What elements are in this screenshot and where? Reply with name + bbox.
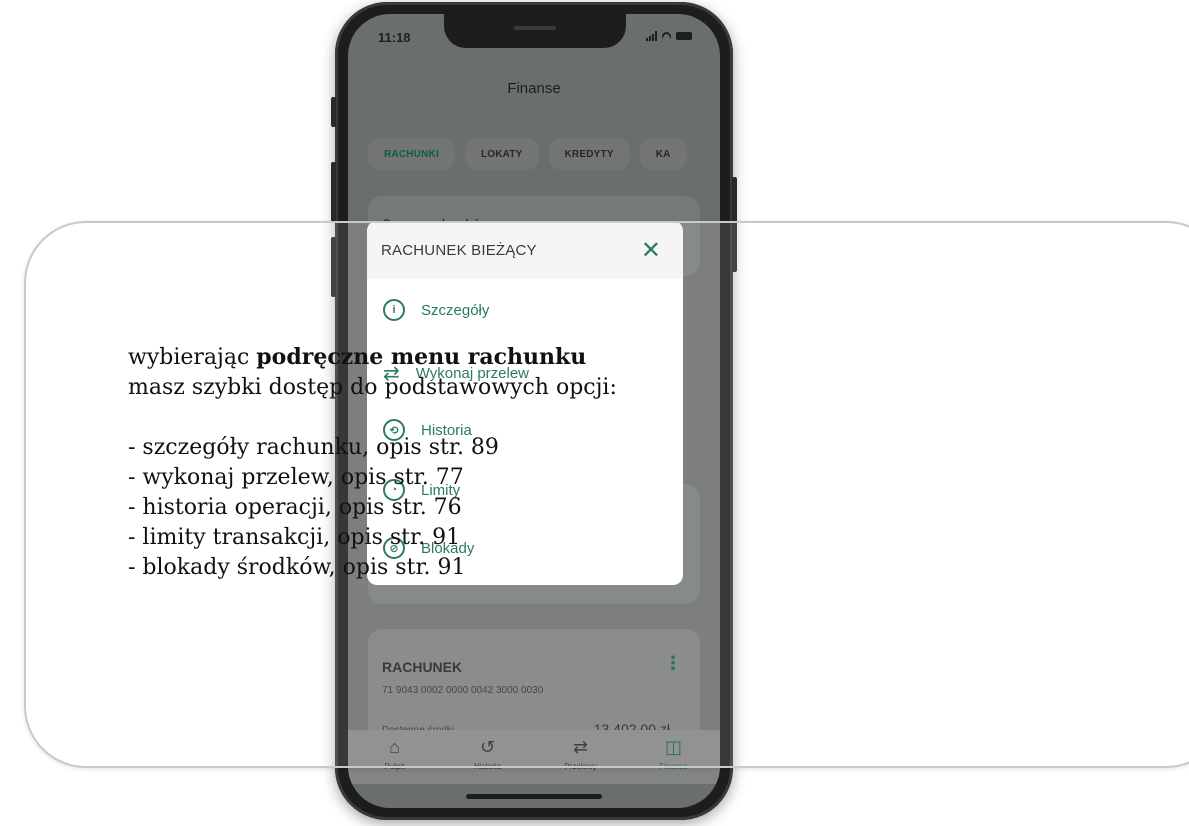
description-prefix: wybierając: [128, 345, 257, 370]
tab-lokaty[interactable]: LOKATY: [464, 138, 539, 170]
notch: [444, 14, 626, 48]
battery-icon: [676, 32, 692, 40]
bullet-item: - blokady środków, opis str. 91: [128, 555, 466, 580]
tab-kredyty[interactable]: KREDYTY: [548, 138, 630, 170]
signal-icon: [646, 31, 657, 41]
bullet-item: - historia operacji, opis str. 76: [128, 495, 462, 520]
tab-rachunki[interactable]: RACHUNKI: [368, 138, 455, 170]
description-line-2: masz szybki dostęp do podstawowych opcji…: [128, 375, 617, 400]
tab-bar: RACHUNKI LOKATY KREDYTY KA: [368, 138, 687, 170]
bullet-item: - wykonaj przelew, opis str. 77: [128, 465, 464, 490]
volume-up-button: [331, 162, 336, 222]
home-indicator[interactable]: [466, 794, 602, 799]
description-line-1: wybierając podręczne menu rachunku: [128, 342, 617, 373]
bullet-item: - szczegóły rachunku, opis str. 89: [128, 435, 499, 460]
bullet-item: - limity transakcji, opis str. 91: [128, 525, 461, 550]
page-title: Finanse: [507, 80, 561, 97]
status-time: 11:18: [378, 30, 411, 45]
silent-switch: [331, 97, 336, 127]
description-text: wybierając podręczne menu rachunku masz …: [128, 342, 617, 583]
app-header: Finanse: [348, 58, 720, 114]
description-emphasis: podręczne menu rachunku: [256, 344, 587, 370]
tab-karty[interactable]: KA: [639, 138, 687, 170]
wifi-icon: [660, 29, 673, 43]
